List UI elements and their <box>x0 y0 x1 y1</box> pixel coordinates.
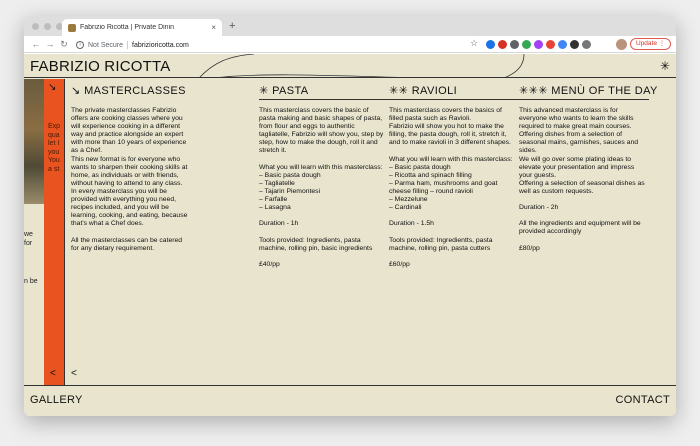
bookmark-star-icon[interactable]: ☆ <box>470 38 478 49</box>
website: FABRIZIO RICOTTA ✳ we for n be ↘ Exp qua <box>24 54 676 416</box>
back-icon[interactable]: ← <box>30 39 42 50</box>
orange-line: a st <box>48 165 60 173</box>
extension-icon[interactable] <box>546 40 555 49</box>
window-controls <box>32 23 63 30</box>
back-arrow-icon[interactable]: < <box>71 368 77 379</box>
orange-line: Exp <box>48 123 61 130</box>
masterclasses-panel: ↘ MASTERCLASSES The private masterclasse… <box>64 79 676 385</box>
menu-of-the-day-heading: ✳✳✳ MENÙ OF THE DAY <box>519 85 658 97</box>
orange-line: let I <box>48 140 60 147</box>
divider <box>127 41 129 49</box>
reload-icon[interactable]: ↻ <box>58 39 70 50</box>
browser-toolbar: ← → ↻ i Not Secure fabrizioricotta.com ☆… <box>24 36 676 53</box>
nav-buttons: ← → ↻ <box>30 39 70 50</box>
orange-line: You <box>48 157 60 164</box>
extension-icon[interactable] <box>570 40 579 49</box>
menu-of-the-day-description: This advanced masterclass is for everyon… <box>519 107 645 253</box>
url-text[interactable]: fabrizioricotta.com <box>132 42 189 49</box>
tab-bar: Fabrizio Ricotta | Private Dinin × + <box>24 16 676 36</box>
contact-link[interactable]: CONTACT <box>616 394 670 406</box>
forward-icon[interactable]: → <box>44 39 56 50</box>
pasta-heading: ✳ PASTA <box>259 85 309 97</box>
strip-text-2: n be <box>24 277 38 286</box>
site-footer: GALLERY CONTACT <box>24 385 676 416</box>
orange-line: qua <box>48 131 60 139</box>
extension-icon[interactable] <box>498 40 507 49</box>
ravioli-description: This masterclass covers the basics of fi… <box>389 107 515 269</box>
address-bar[interactable]: i Not Secure fabrizioricotta.com <box>76 39 486 51</box>
heading-rule <box>259 99 389 100</box>
strip-line: for <box>24 240 33 247</box>
strip-text-1: we for <box>24 230 33 248</box>
profile-avatar[interactable] <box>616 39 627 50</box>
previous-panel-strip[interactable]: we for n be <box>24 79 44 385</box>
extension-icon[interactable] <box>558 40 567 49</box>
puzzle-icon[interactable] <box>582 40 591 49</box>
heading-rule <box>389 99 519 100</box>
pasta-text: This masterclass covers the basic of pas… <box>259 107 384 268</box>
browser-tab[interactable]: Fabrizio Ricotta | Private Dinin × <box>62 19 222 36</box>
orange-back-arrow-icon[interactable]: < <box>50 368 56 379</box>
pasta-description: This masterclass covers the basic of pas… <box>259 107 385 269</box>
extension-icon[interactable] <box>486 40 495 49</box>
close-window-button[interactable] <box>32 23 39 30</box>
decorative-curves <box>198 54 525 78</box>
ravioli-text: This masterclass covers the basics of fi… <box>389 107 513 268</box>
extension-icon[interactable] <box>510 40 519 49</box>
tab-title: Fabrizio Ricotta | Private Dinin <box>80 24 175 31</box>
info-icon[interactable]: i <box>76 41 84 49</box>
site-favicon-icon <box>68 23 76 32</box>
asterisk-icon: ✳ <box>659 59 670 73</box>
update-button[interactable]: Update ⋮ <box>630 38 672 50</box>
strip-line: n be <box>24 278 38 285</box>
orange-line: you <box>48 148 60 156</box>
security-label: Not Secure <box>88 41 124 49</box>
extension-icon[interactable] <box>522 40 531 49</box>
masterclasses-intro: The private masterclasses Fabrizio offer… <box>71 107 191 253</box>
tab-close-icon[interactable]: × <box>211 23 216 32</box>
update-label: Update <box>636 40 657 47</box>
browser-window: Fabrizio Ricotta | Private Dinin × + ← →… <box>24 16 676 416</box>
extensions-bar <box>486 40 591 49</box>
masterclasses-heading: ↘ MASTERCLASSES <box>71 85 186 97</box>
ravioli-heading: ✳✳ RAVIOLI <box>389 85 458 97</box>
orange-panel[interactable]: ↘ Exp qua let I you You a st < <box>44 79 64 385</box>
masterclasses-text: The private masterclasses Fabrizio offer… <box>71 107 188 252</box>
strip-line: we <box>24 231 33 238</box>
heading-rule <box>519 99 649 100</box>
minimize-window-button[interactable] <box>44 23 51 30</box>
extension-icon[interactable] <box>534 40 543 49</box>
site-header: FABRIZIO RICOTTA ✳ <box>24 54 676 78</box>
food-photo <box>24 79 44 204</box>
arrow-down-right-icon: ↘ <box>48 82 57 93</box>
gallery-link[interactable]: GALLERY <box>30 394 83 406</box>
orange-panel-text: Exp qua let I you You a st <box>48 123 60 174</box>
new-tab-button[interactable]: + <box>229 20 235 32</box>
menu-of-the-day-text: This advanced masterclass is for everyon… <box>519 107 645 252</box>
